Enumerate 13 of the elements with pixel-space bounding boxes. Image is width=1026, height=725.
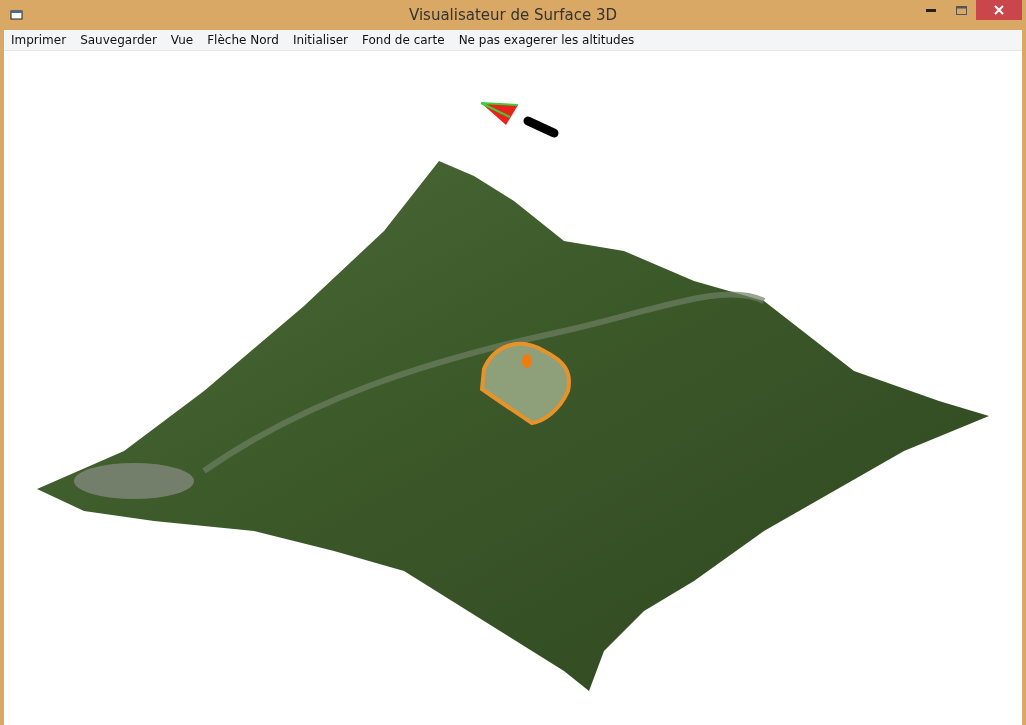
maximize-icon bbox=[955, 5, 967, 15]
menu-item[interactable]: Fond de carte bbox=[355, 33, 452, 47]
menu-item[interactable]: Imprimer bbox=[4, 33, 74, 47]
menu-item[interactable]: Flèche Nord bbox=[200, 33, 286, 47]
window-title: Visualisateur de Surface 3D bbox=[409, 6, 617, 24]
menu-item[interactable]: Initialiser bbox=[285, 33, 355, 47]
menu-item[interactable]: Sauvegarder bbox=[73, 33, 164, 47]
close-icon bbox=[994, 5, 1004, 15]
minimize-icon bbox=[926, 8, 936, 12]
close-button[interactable] bbox=[976, 0, 1022, 20]
window-icon bbox=[10, 9, 24, 21]
menu-item[interactable]: Ne pas exagerer les altitudes bbox=[451, 33, 642, 47]
menu-item[interactable]: Vue bbox=[163, 33, 201, 47]
